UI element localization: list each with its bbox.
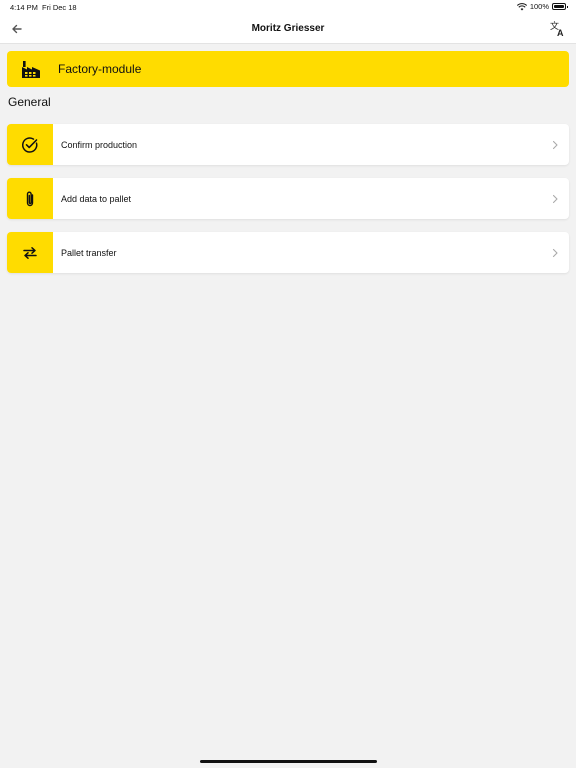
module-banner[interactable]: Factory-module (7, 51, 569, 87)
status-time: 4:14 PM (10, 3, 38, 12)
navigation-bar: Moritz Griesser 文 A (0, 14, 576, 44)
battery-percent: 100% (529, 2, 549, 11)
menu-item-label: Pallet transfer (61, 247, 117, 258)
menu-item-confirm-production[interactable]: Confirm production (7, 124, 569, 165)
status-bar: 4:14 PM Fri Dec 18 100% (0, 0, 576, 14)
menu-item-pallet-transfer[interactable]: Pallet transfer (7, 232, 569, 273)
menu-item-label: Add data to pallet (61, 193, 132, 204)
section-title: General (8, 95, 51, 109)
menu-icon-box (7, 232, 53, 273)
chevron-right-icon (552, 248, 558, 257)
swap-arrows-icon (23, 246, 37, 259)
menu-icon-box (7, 124, 53, 165)
factory-icon (22, 61, 40, 78)
menu-icon-box (7, 178, 53, 219)
status-right: 100% (516, 2, 568, 11)
paperclip-icon (26, 191, 34, 206)
menu-item-add-data-to-pallet[interactable]: Add data to pallet (7, 178, 569, 219)
page-title: Moritz Griesser (251, 23, 325, 34)
wifi-icon (516, 2, 527, 10)
translate-icon[interactable]: 文 A (549, 20, 567, 38)
menu-item-label: Confirm production (61, 139, 138, 150)
svg-text:A: A (557, 28, 564, 38)
home-indicator[interactable] (200, 760, 377, 763)
battery-icon (552, 3, 568, 10)
module-label: Factory-module (58, 62, 142, 76)
chevron-right-icon (552, 194, 558, 203)
status-date: Fri Dec 18 (42, 3, 77, 12)
check-circle-icon (21, 136, 38, 153)
chevron-right-icon (552, 140, 558, 149)
